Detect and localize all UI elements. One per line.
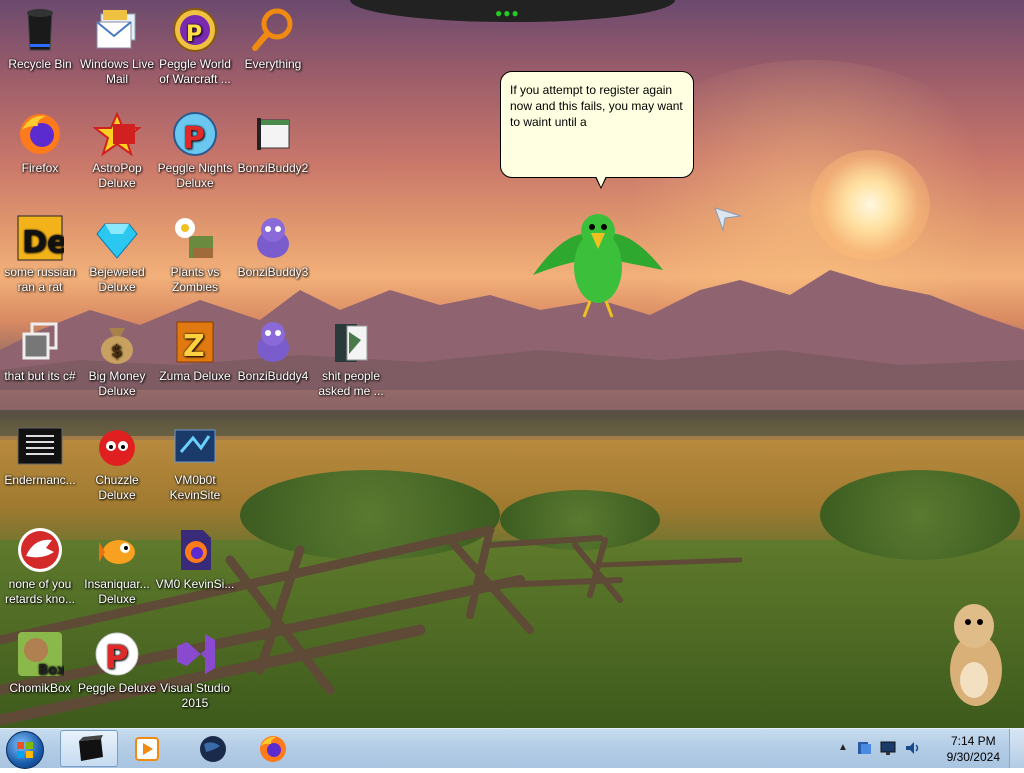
desktop-icon-peggle-nights[interactable]: P Peggle Nights Deluxe: [155, 110, 235, 191]
dinosaur-icon: [16, 526, 64, 574]
folder-icon: [327, 318, 375, 366]
desktop: ●●● Recycle Bin Firefox De some russian …: [0, 0, 1024, 728]
bush: [820, 470, 1020, 560]
svg-text:Z: Z: [183, 329, 205, 364]
fish-icon: [93, 526, 141, 574]
desktop-icon-vm0-kevinsite[interactable]: VM0 KevinSi...: [155, 526, 235, 592]
taskbar-item-firefox[interactable]: [244, 730, 302, 767]
desktop-icon-windows-live-mail[interactable]: Windows Live Mail: [77, 6, 157, 87]
desktop-icon-chuzzle[interactable]: Chuzzle Deluxe: [77, 422, 157, 503]
svg-text:P: P: [186, 22, 202, 47]
desktop-icon-peggle-deluxe[interactable]: P Peggle Deluxe: [77, 630, 157, 696]
paper-plane-icon: [714, 207, 742, 232]
volume-icon[interactable]: [904, 740, 920, 756]
desktop-icon-chomikbox[interactable]: Box ChomikBox: [0, 630, 80, 696]
desktop-icon-peggle-wow[interactable]: P Peggle World of Warcraft ...: [155, 6, 235, 87]
taskbar-item-terminal[interactable]: [60, 730, 118, 767]
terminal-icon: [79, 735, 103, 761]
desktop-icon-astropop[interactable]: AstroPop Deluxe: [77, 110, 157, 191]
svg-text:$: $: [111, 341, 122, 360]
taskbar-item-globe[interactable]: [184, 730, 242, 767]
peggle-icon: P: [93, 630, 141, 678]
parrot-assistant[interactable]: [528, 205, 668, 325]
window-icon: [249, 110, 297, 158]
app-icon: [171, 422, 219, 470]
de-icon: De: [16, 214, 67, 262]
desktop-icon-firefox[interactable]: Firefox: [0, 110, 80, 176]
visual-studio-icon: [171, 630, 219, 678]
start-button[interactable]: [6, 731, 44, 769]
mail-icon: [93, 6, 141, 54]
zuma-icon: Z: [171, 318, 219, 366]
desktop-icon-zuma[interactable]: Z Zuma Deluxe: [155, 318, 235, 384]
system-tray: ▲ 7:14 PM 9/30/2024: [834, 729, 1024, 769]
magnifier-icon: [249, 6, 297, 54]
clock-time: 7:14 PM: [950, 734, 996, 748]
gem-icon: [93, 214, 141, 262]
desktop-icon-recycle-bin[interactable]: Recycle Bin: [0, 6, 80, 72]
svg-text:De: De: [22, 225, 64, 260]
chuzzle-icon: [93, 422, 141, 470]
desktop-icon-bonzibuddy2[interactable]: BonziBuddy2: [233, 110, 313, 176]
bonzi-icon: [249, 318, 297, 366]
media-player-icon: [135, 737, 159, 761]
desktop-icon-that-but-its-c[interactable]: that but its c#: [0, 318, 80, 384]
recycle-bin-icon: [16, 6, 64, 54]
desktop-icon-everything[interactable]: Everything: [233, 6, 313, 72]
window-stack-icon: [16, 318, 64, 366]
plants-vs-zombies-icon: [171, 214, 219, 262]
clock[interactable]: 7:14 PM 9/30/2024: [947, 733, 1000, 765]
bonzi-icon: [249, 214, 297, 262]
show-hidden-icons-icon[interactable]: ▲: [838, 742, 848, 753]
windows-logo-icon: [17, 742, 33, 758]
desktop-icon-bonzibuddy3[interactable]: BonziBuddy3: [233, 214, 313, 280]
money-bag-icon: $: [93, 318, 141, 366]
firefox-icon: [16, 110, 64, 158]
firefox-file-icon: [171, 526, 219, 574]
desktop-icon-plants-vs-zombies[interactable]: Plants vs Zombies: [155, 214, 235, 295]
monitor-icon[interactable]: [880, 740, 896, 756]
show-desktop-button[interactable]: [1009, 729, 1024, 768]
taskbar-item-media-player[interactable]: [120, 730, 178, 767]
desktop-icon-big-money[interactable]: $ Big Money Deluxe: [77, 318, 157, 399]
chomikbox-icon: Box: [16, 630, 66, 678]
firefox-icon: [260, 736, 286, 762]
terminal-icon: [16, 422, 64, 470]
desktop-icon-none-of-you[interactable]: none of you retards kno...: [0, 526, 80, 607]
desktop-icon-bonzibuddy4[interactable]: BonziBuddy4: [233, 318, 313, 384]
desktop-icon-shit-people-asked[interactable]: shit people asked me ...: [311, 318, 391, 399]
svg-text:P: P: [105, 638, 128, 676]
astropop-icon: [92, 110, 142, 158]
desktop-icon-endermanch[interactable]: Endermanc...: [0, 422, 80, 488]
top-toolbar[interactable]: ●●●: [350, 0, 675, 22]
clock-date: 9/30/2024: [946, 750, 1000, 764]
peggle-nights-icon: P: [171, 110, 219, 158]
desktop-icon-insaniquarium[interactable]: Insaniquar... Deluxe: [77, 526, 157, 607]
desktop-icon-visual-studio[interactable]: Visual Studio 2015: [155, 630, 235, 711]
sun: [810, 150, 930, 260]
svg-text:P: P: [183, 121, 205, 156]
desktop-icon-bejeweled[interactable]: Bejeweled Deluxe: [77, 214, 157, 295]
speech-bubble: If you attempt to register again now and…: [500, 71, 694, 189]
desktop-icon-vm0b0t[interactable]: VM0b0t KevinSite: [155, 422, 235, 503]
hamster-mascot[interactable]: [940, 600, 1010, 710]
globe-icon: [200, 736, 226, 762]
network-device-icon[interactable]: [856, 740, 872, 756]
svg-text:Box: Box: [38, 663, 64, 678]
desktop-icon-some-russian[interactable]: De some russian ran a rat: [0, 214, 80, 295]
taskbar: ▲ 7:14 PM 9/30/2024: [0, 728, 1024, 769]
peggle-icon: P: [171, 6, 219, 54]
grip-icon: ●●●: [495, 6, 520, 20]
